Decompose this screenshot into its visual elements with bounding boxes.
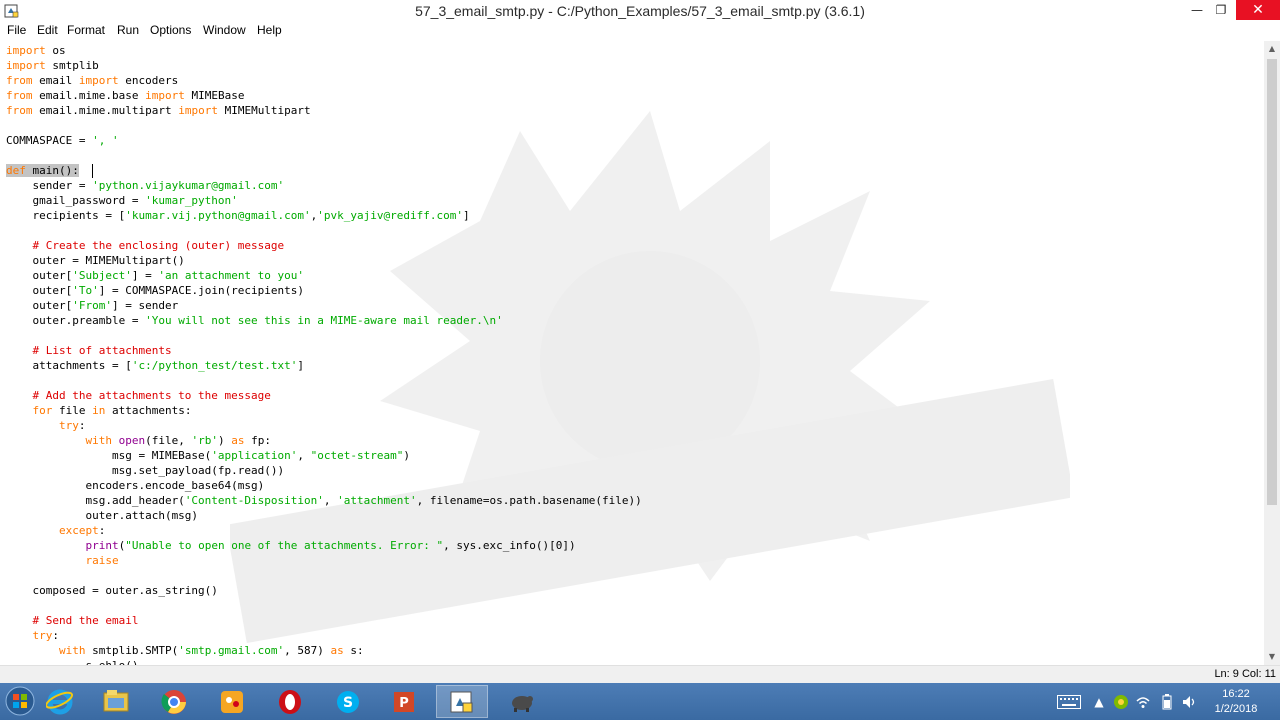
svg-text:S: S bbox=[343, 695, 353, 711]
watermark-logo bbox=[230, 111, 1070, 644]
code-line[interactable]: msg.add_header('Content-Disposition', 'a… bbox=[6, 493, 641, 508]
scroll-down-icon[interactable]: ▼ bbox=[1264, 649, 1280, 665]
menu-run[interactable]: Run bbox=[117, 23, 139, 37]
menu-window[interactable]: Window bbox=[203, 23, 246, 37]
menu-file[interactable]: File bbox=[7, 23, 26, 37]
code-line[interactable]: # Send the email bbox=[6, 613, 138, 628]
code-line[interactable]: msg = MIMEBase('application', "octet-str… bbox=[6, 448, 410, 463]
code-line[interactable]: msg.set_payload(fp.read()) bbox=[6, 463, 284, 478]
paint-icon[interactable] bbox=[206, 685, 258, 718]
menu-edit[interactable]: Edit bbox=[37, 23, 58, 37]
scrollbar-thumb[interactable] bbox=[1267, 59, 1277, 505]
file-explorer-icon[interactable] bbox=[90, 685, 142, 718]
code-line[interactable]: # Add the attachments to the message bbox=[6, 388, 270, 403]
taskbar: S P ▲ 16:22 1/2/2018 bbox=[0, 683, 1280, 720]
maximize-button[interactable]: ❐ bbox=[1204, 0, 1238, 20]
code-line[interactable]: attachments = ['c:/python_test/test.txt'… bbox=[6, 358, 304, 373]
window-title: 57_3_email_smtp.py - C:/Python_Examples/… bbox=[415, 3, 865, 19]
code-line[interactable]: print("Unable to open one of the attachm… bbox=[6, 538, 575, 553]
code-line[interactable]: COMMASPACE = ', ' bbox=[6, 133, 119, 148]
clock-time: 16:22 bbox=[1222, 688, 1250, 700]
code-line[interactable]: # List of attachments bbox=[6, 343, 171, 358]
code-editor[interactable]: import os import smtplib from email import… bbox=[0, 41, 1264, 665]
code-line[interactable]: with open(file, 'rb') as fp: bbox=[6, 433, 270, 448]
network-status-icon[interactable] bbox=[1112, 693, 1130, 711]
minimize-icon: — bbox=[1191, 3, 1203, 17]
code-line[interactable]: raise bbox=[6, 553, 118, 568]
code-line[interactable]: from email import encoders bbox=[6, 73, 178, 88]
code-line[interactable]: import os bbox=[6, 43, 66, 58]
maximize-icon: ❐ bbox=[1215, 3, 1227, 17]
wifi-icon[interactable] bbox=[1134, 693, 1152, 711]
cursor-position: Ln: 9 Col: 11 bbox=[1214, 668, 1276, 680]
code-line[interactable]: gmail_password = 'kumar_python' bbox=[6, 193, 237, 208]
code-line[interactable]: composed = outer.as_string() bbox=[6, 583, 217, 598]
status-bar: Ln: 9 Col: 11 bbox=[0, 665, 1280, 684]
chrome-icon[interactable] bbox=[148, 685, 200, 718]
text-cursor bbox=[92, 164, 93, 178]
python-idle-icon[interactable] bbox=[436, 685, 488, 718]
code-line[interactable]: import smtplib bbox=[6, 58, 99, 73]
show-hidden-icons-icon[interactable]: ▲ bbox=[1090, 693, 1108, 711]
keyboard-icon[interactable] bbox=[1056, 693, 1082, 711]
skype-icon[interactable]: S bbox=[322, 685, 374, 718]
code-line[interactable]: outer['To'] = COMMASPACE.join(recipients… bbox=[6, 283, 304, 298]
code-line[interactable]: # Create the enclosing (outer) message bbox=[6, 238, 284, 253]
vertical-scrollbar[interactable]: ▲ ▼ bbox=[1264, 41, 1280, 665]
code-line[interactable]: except: bbox=[6, 523, 105, 538]
menu-format[interactable]: Format bbox=[67, 23, 105, 37]
code-line[interactable]: outer['Subject'] = 'an attachment to you… bbox=[6, 268, 304, 283]
code-line[interactable]: try: bbox=[6, 418, 86, 433]
svg-text:P: P bbox=[399, 696, 409, 711]
code-line[interactable]: outer = MIMEMultipart() bbox=[6, 253, 184, 268]
code-line[interactable]: from email.mime.multipart import MIMEMul… bbox=[6, 103, 311, 118]
menu-bar: File Edit Format Run Options Window Help bbox=[0, 22, 1280, 40]
selected-text: def main(): bbox=[6, 164, 79, 177]
code-line[interactable]: with smtplib.SMTP('smtp.gmail.com', 587)… bbox=[6, 643, 364, 658]
close-button[interactable]: ✕ bbox=[1236, 0, 1280, 20]
code-line[interactable]: encoders.encode_base64(msg) bbox=[6, 478, 264, 493]
code-line[interactable]: recipients = ['kumar.vij.python@gmail.co… bbox=[6, 208, 469, 223]
code-line[interactable]: def main(): bbox=[6, 163, 79, 178]
menu-options[interactable]: Options bbox=[150, 23, 191, 37]
taskbar-clock[interactable]: 16:22 1/2/2018 bbox=[1206, 687, 1266, 717]
code-line[interactable]: from email.mime.base import MIMEBase bbox=[6, 88, 244, 103]
code-line[interactable]: outer.attach(msg) bbox=[6, 508, 198, 523]
scroll-up-icon[interactable]: ▲ bbox=[1264, 41, 1280, 57]
title-bar: 57_3_email_smtp.py - C:/Python_Examples/… bbox=[0, 0, 1280, 22]
close-icon: ✕ bbox=[1252, 2, 1264, 18]
internet-explorer-icon[interactable] bbox=[34, 685, 86, 718]
code-line[interactable]: outer.preamble = 'You will not see this … bbox=[6, 313, 502, 328]
opera-icon[interactable] bbox=[264, 685, 316, 718]
volume-icon[interactable] bbox=[1180, 693, 1198, 711]
python-turtle-icon[interactable] bbox=[496, 685, 548, 718]
code-line[interactable]: s.ehlo() bbox=[6, 658, 138, 665]
code-line[interactable]: outer['From'] = sender bbox=[6, 298, 178, 313]
code-line[interactable]: for file in attachments: bbox=[6, 403, 192, 418]
battery-icon[interactable] bbox=[1158, 693, 1176, 711]
clock-date: 1/2/2018 bbox=[1214, 703, 1258, 715]
menu-help[interactable]: Help bbox=[257, 23, 282, 37]
powerpoint-icon[interactable]: P bbox=[378, 685, 430, 718]
code-line[interactable]: try: bbox=[6, 628, 60, 643]
code-line[interactable]: sender = 'python.vijaykumar@gmail.com' bbox=[6, 178, 284, 193]
